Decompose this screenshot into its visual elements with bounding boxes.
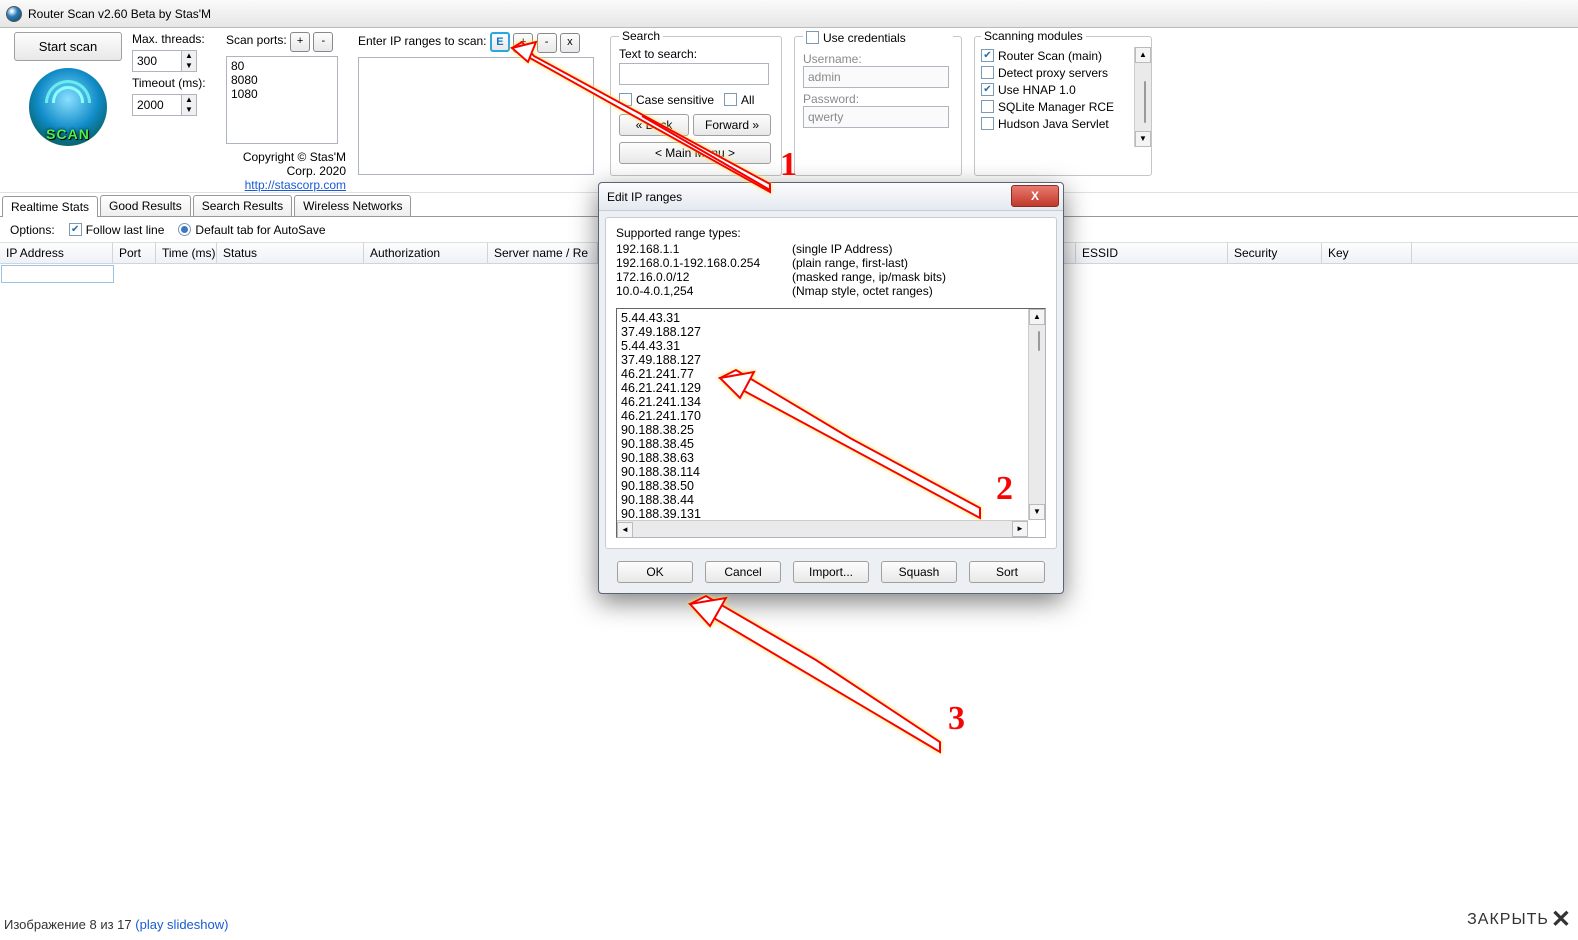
ports-remove-button[interactable]: - <box>313 32 333 52</box>
modules-legend: Scanning modules <box>981 29 1086 43</box>
sample-desc: (Nmap style, octet ranges) <box>792 284 933 298</box>
search-legend: Search <box>619 29 663 43</box>
tab-wireless-networks[interactable]: Wireless Networks <box>294 195 411 216</box>
module-item[interactable]: ✔Use HNAP 1.0 <box>981 81 1134 98</box>
footer: Изображение 8 из 17 (play slideshow) <box>4 917 228 932</box>
ip-address-cell-input[interactable] <box>1 265 114 283</box>
use-credentials-checkbox[interactable]: Use credentials <box>803 29 953 46</box>
column-header[interactable]: Server name / Re <box>488 243 598 263</box>
module-item[interactable]: SQLite Manager RCE <box>981 98 1134 115</box>
site-link[interactable]: http://stascorp.com <box>245 178 346 192</box>
dialog-ok-button[interactable]: OK <box>617 561 693 583</box>
search-text-label: Text to search: <box>619 47 773 61</box>
dialog-vscroll[interactable]: ▲ ▼ <box>1028 309 1045 520</box>
password-label: Password: <box>803 92 953 106</box>
module-item[interactable]: Hudson Java Servlet <box>981 115 1134 132</box>
dialog-cancel-button[interactable]: Cancel <box>705 561 781 583</box>
column-header[interactable]: Security <box>1228 243 1322 263</box>
tab-search-results[interactable]: Search Results <box>193 195 292 216</box>
ip-ranges-textarea[interactable] <box>358 57 594 175</box>
edit-ip-ranges-dialog: Edit IP ranges X Supported range types: … <box>598 182 1064 594</box>
ip-add-button[interactable]: + <box>513 33 533 53</box>
modules-scrollbar[interactable]: ▲ ▼ <box>1134 47 1151 147</box>
timeout-down[interactable]: ▼ <box>182 105 196 115</box>
tab-good-results[interactable]: Good Results <box>100 195 191 216</box>
max-threads-label: Max. threads: <box>132 32 222 46</box>
scan-ports-label: Scan ports: <box>226 33 287 47</box>
dialog-title: Edit IP ranges <box>607 190 682 204</box>
scroll-left-icon[interactable]: ◄ <box>617 522 633 538</box>
sample-desc: (plain range, first-last) <box>792 256 908 270</box>
column-header[interactable]: Status <box>217 243 364 263</box>
ip-clear-button[interactable]: x <box>560 33 580 53</box>
options-label: Options: <box>10 223 55 237</box>
sample-range: 192.168.1.1 <box>616 242 792 256</box>
module-item[interactable]: Detect proxy servers <box>981 64 1134 81</box>
sample-desc: (single IP Address) <box>792 242 893 256</box>
logo-text: SCAN <box>46 126 90 142</box>
app-icon <box>6 6 22 22</box>
dialog-import-button[interactable]: Import... <box>793 561 869 583</box>
column-header[interactable]: ESSID <box>1076 243 1228 263</box>
scroll-down-icon[interactable]: ▼ <box>1029 504 1045 520</box>
close-icon: ✕ <box>1551 905 1572 934</box>
logo: SCAN <box>13 61 123 153</box>
timeout-input[interactable] <box>132 94 182 116</box>
search-input[interactable] <box>619 63 769 85</box>
follow-last-line-checkbox[interactable]: ✔Follow last line <box>69 221 165 238</box>
search-all-checkbox[interactable]: All <box>724 91 754 108</box>
toolbar: Start scan SCAN Max. threads: ▲▼ Timeout… <box>0 28 1578 193</box>
max-threads-input[interactable] <box>132 50 182 72</box>
threads-up[interactable]: ▲ <box>182 51 196 61</box>
password-input <box>803 106 949 128</box>
footer-close-button[interactable]: ЗАКРЫТЬ✕ <box>1467 905 1572 934</box>
annotation-number-3: 3 <box>948 700 965 738</box>
scan-ports-textarea[interactable]: 80 8080 1080 <box>226 56 338 144</box>
column-header[interactable]: IP Address <box>0 243 113 263</box>
ip-list-textarea[interactable]: 5.44.43.31 37.49.188.127 5.44.43.31 37.4… <box>616 308 1046 538</box>
default-tab-radio[interactable]: Default tab for AutoSave <box>178 221 325 238</box>
ip-ranges-label: Enter IP ranges to scan: <box>358 34 487 48</box>
start-scan-button[interactable]: Start scan <box>14 32 123 61</box>
timeout-up[interactable]: ▲ <box>182 95 196 105</box>
scroll-up-icon[interactable]: ▲ <box>1135 47 1151 63</box>
column-header[interactable]: Authorization <box>364 243 488 263</box>
dialog-sort-button[interactable]: Sort <box>969 561 1045 583</box>
supported-range-types-label: Supported range types: <box>616 226 1046 240</box>
ip-remove-button[interactable]: - <box>537 33 557 53</box>
username-label: Username: <box>803 52 953 66</box>
play-slideshow-link[interactable]: (play slideshow) <box>135 917 228 932</box>
column-header[interactable]: Port <box>113 243 156 263</box>
column-header[interactable]: Key <box>1322 243 1412 263</box>
ports-add-button[interactable]: + <box>290 32 310 52</box>
window-title: Router Scan v2.60 Beta by Stas'M <box>28 7 211 21</box>
search-back-button[interactable]: « Back <box>619 114 689 136</box>
dialog-hscroll[interactable]: ◄ ► <box>617 520 1028 537</box>
main-menu-button[interactable]: < Main Menu > <box>619 142 771 164</box>
sample-range: 192.168.0.1-192.168.0.254 <box>616 256 792 270</box>
column-header[interactable]: Time (ms) <box>156 243 217 263</box>
dialog-close-button[interactable]: X <box>1011 185 1059 207</box>
titlebar: Router Scan v2.60 Beta by Stas'M <box>0 0 1578 28</box>
image-counter: Изображение 8 из 17 <box>4 917 135 932</box>
tab-realtime-stats[interactable]: Realtime Stats <box>2 196 98 217</box>
sample-range: 172.16.0.0/12 <box>616 270 792 284</box>
module-item[interactable]: ✔Router Scan (main) <box>981 47 1134 64</box>
sample-range: 10.0-4.0.1,254 <box>616 284 792 298</box>
scroll-down-icon[interactable]: ▼ <box>1135 131 1151 147</box>
ip-edit-button[interactable]: E <box>490 32 510 52</box>
ip-list-content: 5.44.43.31 37.49.188.127 5.44.43.31 37.4… <box>621 311 1027 521</box>
threads-down[interactable]: ▼ <box>182 61 196 71</box>
dialog-squash-button[interactable]: Squash <box>881 561 957 583</box>
scroll-up-icon[interactable]: ▲ <box>1029 309 1045 325</box>
sample-desc: (masked range, ip/mask bits) <box>792 270 946 284</box>
copyright-text: Copyright © Stas'M Corp. 2020 <box>243 150 346 178</box>
scroll-right-icon[interactable]: ► <box>1012 521 1028 537</box>
timeout-label: Timeout (ms): <box>132 76 222 90</box>
username-input <box>803 66 949 88</box>
search-forward-button[interactable]: Forward » <box>693 114 771 136</box>
case-sensitive-checkbox[interactable]: Case sensitive <box>619 91 714 108</box>
